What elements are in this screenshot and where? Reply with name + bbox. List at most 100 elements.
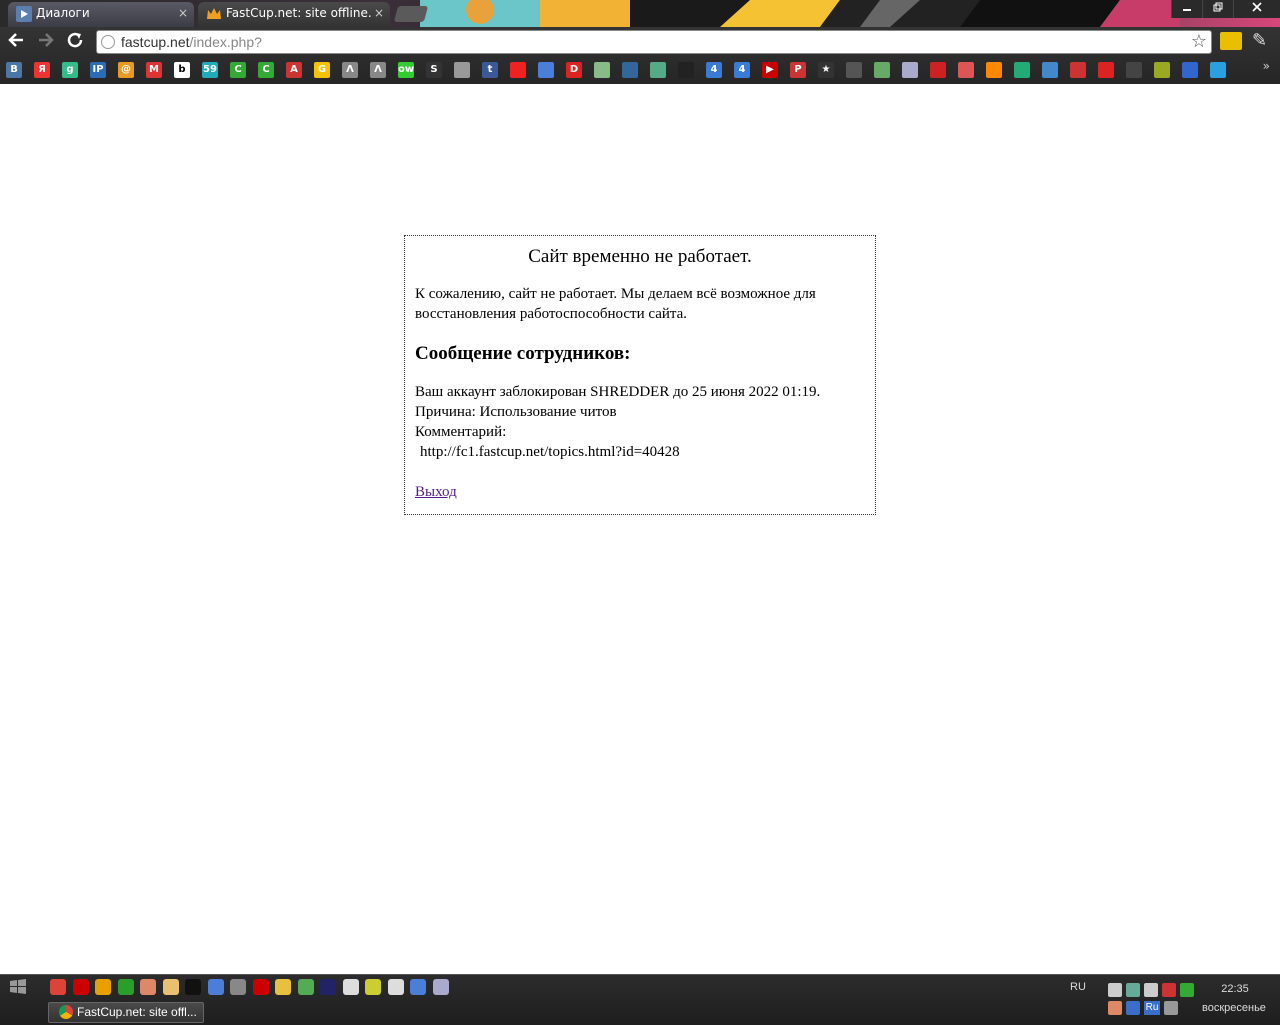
quick-launch-app-icon[interactable] xyxy=(320,979,336,995)
keyboard-layout-badge[interactable]: Ru xyxy=(1144,1001,1160,1015)
tray-icon[interactable] xyxy=(1108,983,1122,997)
bookmark-favicon-icon[interactable] xyxy=(510,62,526,78)
quick-launch-app-icon[interactable] xyxy=(162,979,179,995)
extension-icon[interactable] xyxy=(1220,32,1242,50)
bookmark-favicon-icon[interactable] xyxy=(622,62,638,78)
tray-icon[interactable] xyxy=(1162,983,1176,997)
bookmark-favicon-icon[interactable] xyxy=(1154,62,1170,78)
bookmark-favicon-icon[interactable]: ow xyxy=(398,62,414,78)
bookmark-favicon-icon[interactable] xyxy=(1070,62,1086,78)
reason-line: Причина: Использование читов xyxy=(415,404,617,420)
close-icon[interactable]: × xyxy=(178,2,188,25)
bookmark-favicon-icon[interactable]: 59 xyxy=(202,62,218,78)
bookmark-favicon-icon[interactable]: 4 xyxy=(706,62,722,78)
tray-icon[interactable] xyxy=(1108,1001,1122,1015)
bookmark-favicon-icon[interactable] xyxy=(902,62,918,78)
quick-launch-app-icon[interactable] xyxy=(432,979,449,995)
bookmark-favicon-icon[interactable] xyxy=(1014,62,1030,78)
bookmark-star-icon[interactable]: ☆ xyxy=(1191,31,1207,53)
quick-launch-app-icon[interactable] xyxy=(95,979,111,995)
bookmark-favicon-icon[interactable] xyxy=(538,62,554,78)
quick-launch-app-icon[interactable] xyxy=(365,979,381,995)
bookmark-favicon-icon[interactable] xyxy=(846,62,862,78)
taskbar-item-fastcup[interactable]: FastCup.net: site offl... xyxy=(48,1002,204,1023)
bookmark-favicon-icon[interactable]: S xyxy=(426,62,442,78)
vk-play-icon xyxy=(16,6,32,22)
new-tab-button[interactable] xyxy=(393,6,429,22)
wrench-menu-icon[interactable]: ✎ xyxy=(1252,30,1267,51)
bookmark-favicon-icon[interactable] xyxy=(874,62,890,78)
tab-dialogs[interactable]: Диалоги × xyxy=(8,2,194,27)
bookmarks-overflow-icon[interactable]: » xyxy=(1263,59,1270,73)
bookmark-favicon-icon[interactable]: B xyxy=(6,62,22,78)
bookmark-favicon-icon[interactable] xyxy=(1126,62,1142,78)
start-button[interactable] xyxy=(8,977,32,999)
quick-launch-app-icon[interactable] xyxy=(297,979,314,995)
quick-launch-app-icon[interactable] xyxy=(230,979,246,995)
bookmark-favicon-icon[interactable] xyxy=(1098,62,1114,78)
bookmark-favicon-icon[interactable] xyxy=(958,62,974,78)
bookmark-favicon-icon[interactable] xyxy=(454,62,470,78)
quick-launch-app-icon[interactable] xyxy=(342,979,359,995)
bookmark-favicon-icon[interactable]: Λ xyxy=(342,62,358,78)
minimize-button[interactable] xyxy=(1171,0,1202,18)
bookmark-favicon-icon[interactable] xyxy=(986,62,1002,78)
bookmark-favicon-icon[interactable]: P xyxy=(790,62,806,78)
logout-link[interactable]: Выход xyxy=(415,482,457,502)
tray-icon[interactable] xyxy=(1144,983,1158,997)
clock[interactable]: 22:35 воскресенье xyxy=(1200,983,1270,1014)
bookmark-favicon-icon[interactable] xyxy=(930,62,946,78)
bookmark-favicon-icon[interactable]: ▶ xyxy=(762,62,778,78)
address-bar[interactable]: fastcup.net/index.php? ☆ xyxy=(96,30,1212,54)
bookmark-favicon-icon[interactable]: g xyxy=(62,62,78,78)
tab-fastcup[interactable]: FastCup.net: site offline. × xyxy=(198,2,390,27)
quick-launch-app-icon[interactable] xyxy=(50,979,66,995)
bookmark-favicon-icon[interactable]: @ xyxy=(118,62,134,78)
staff-message-heading: Сообщение сотрудников: xyxy=(415,343,631,364)
bookmark-favicon-icon[interactable]: ★ xyxy=(818,62,834,78)
back-button[interactable] xyxy=(4,31,28,53)
close-icon[interactable]: × xyxy=(374,2,384,25)
tray-icon[interactable] xyxy=(1126,983,1140,997)
bookmark-favicon-icon[interactable]: Я xyxy=(34,62,50,78)
tray-icon[interactable] xyxy=(1180,983,1194,997)
staff-message: Ваш аккаунт заблокирован SHREDDER до 25 … xyxy=(415,382,865,462)
forward-arrow-icon xyxy=(39,33,54,47)
bookmark-favicon-icon[interactable]: b xyxy=(174,62,190,78)
bookmark-favicon-icon[interactable] xyxy=(1042,62,1058,78)
comment-value: http://fc1.fastcup.net/topics.html?id=40… xyxy=(420,444,680,460)
quick-launch-app-icon[interactable] xyxy=(410,979,426,995)
bookmark-favicon-icon[interactable]: G xyxy=(314,62,330,78)
bookmark-favicon-icon[interactable] xyxy=(594,62,610,78)
restore-button[interactable] xyxy=(1202,0,1233,18)
quick-launch-app-icon[interactable] xyxy=(185,979,201,995)
clock-time: 22:35 xyxy=(1221,983,1249,995)
bookmark-favicon-icon[interactable] xyxy=(678,62,694,78)
tray-icon[interactable] xyxy=(1126,1001,1140,1015)
quick-launch-app-icon[interactable] xyxy=(72,979,89,995)
language-indicator[interactable]: RU xyxy=(1070,981,1086,993)
bookmark-favicon-icon[interactable] xyxy=(650,62,666,78)
page-title: Сайт временно не работает. xyxy=(528,246,752,267)
bookmark-favicon-icon[interactable]: IP xyxy=(90,62,106,78)
quick-launch-app-icon[interactable] xyxy=(117,979,134,995)
bookmark-favicon-icon[interactable]: C xyxy=(230,62,246,78)
bookmark-favicon-icon[interactable] xyxy=(1182,62,1198,78)
bookmark-favicon-icon[interactable]: t xyxy=(482,62,498,78)
bookmark-favicon-icon[interactable]: D xyxy=(566,62,582,78)
quick-launch-app-icon[interactable] xyxy=(252,979,269,995)
reload-button[interactable] xyxy=(63,31,87,53)
bookmark-favicon-icon[interactable]: A xyxy=(286,62,302,78)
bookmark-favicon-icon[interactable]: C xyxy=(258,62,274,78)
bookmark-favicon-icon[interactable]: M xyxy=(146,62,162,78)
close-window-button[interactable] xyxy=(1233,0,1280,18)
quick-launch-app-icon[interactable] xyxy=(275,979,291,995)
quick-launch-app-icon[interactable] xyxy=(207,979,224,995)
bookmark-favicon-icon[interactable]: 4 xyxy=(734,62,750,78)
bookmark-favicon-icon[interactable] xyxy=(1210,62,1226,78)
quick-launch-app-icon[interactable] xyxy=(140,979,156,995)
quick-launch-app-icon[interactable] xyxy=(387,979,404,995)
forward-button[interactable] xyxy=(34,31,58,53)
tray-icon[interactable] xyxy=(1164,1001,1178,1015)
bookmark-favicon-icon[interactable]: Λ xyxy=(370,62,386,78)
